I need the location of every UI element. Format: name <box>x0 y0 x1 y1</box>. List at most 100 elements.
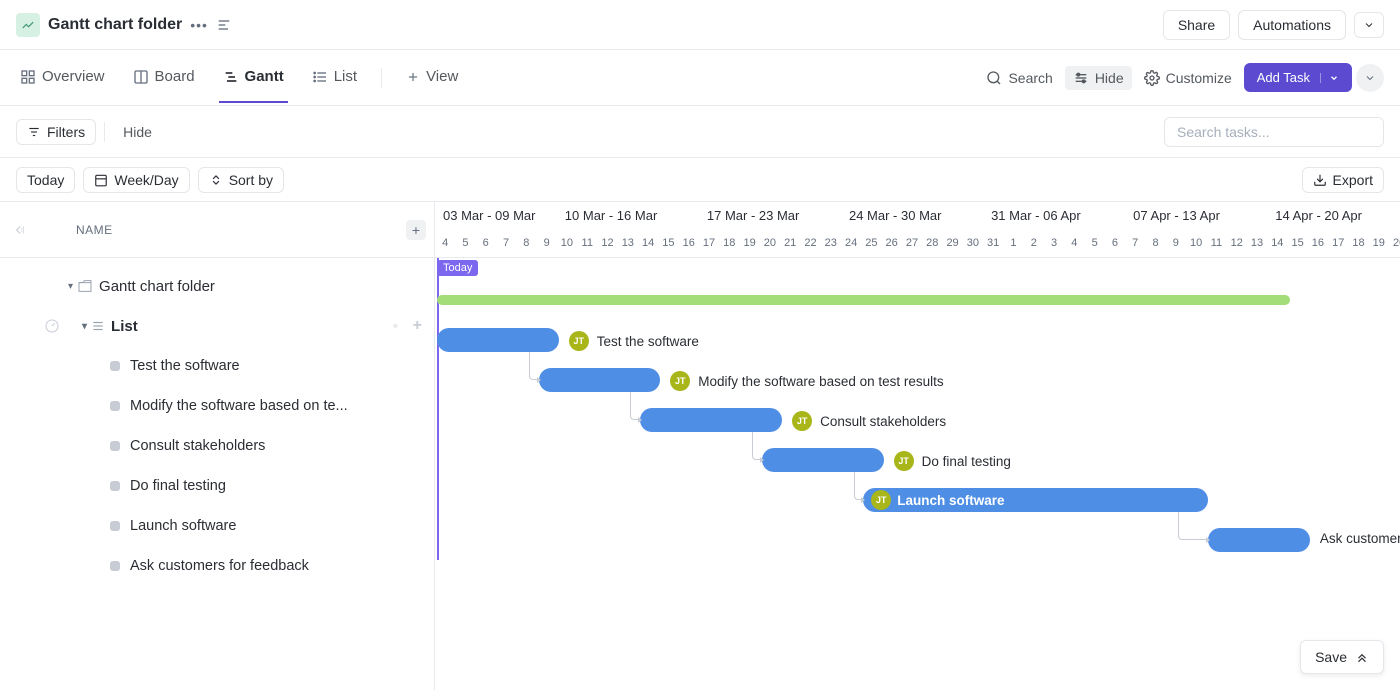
dependency-arrow-icon <box>861 497 865 503</box>
tab-gantt[interactable]: Gantt <box>219 52 288 103</box>
status-dot-icon <box>110 361 120 371</box>
chart-task-row: JTDo final testing <box>435 440 1400 480</box>
task-bar[interactable] <box>1208 528 1310 552</box>
search-icon <box>986 70 1002 86</box>
task-bar[interactable] <box>762 448 884 472</box>
hide-text-button[interactable]: Hide <box>113 120 162 144</box>
gantt-timeline[interactable]: 03 Mar - 09 Mar10 Mar - 16 Mar17 Mar - 2… <box>435 202 1400 690</box>
automations-dropdown-button[interactable] <box>1354 12 1384 38</box>
weekday-button[interactable]: Week/Day <box>83 167 189 193</box>
folder-icon <box>16 13 40 37</box>
tab-board[interactable]: Board <box>129 52 199 103</box>
day-header-cell: 22 <box>800 230 820 258</box>
tree-task-row[interactable]: Test the software <box>0 346 434 386</box>
day-header-cell: 9 <box>1166 230 1186 258</box>
status-dot-icon <box>110 561 120 571</box>
timeline-body: Today JTTest the softwareJTModify the so… <box>435 258 1400 560</box>
tree-task-row[interactable]: Consult stakeholders <box>0 426 434 466</box>
week-header-row: 03 Mar - 09 Mar10 Mar - 16 Mar17 Mar - 2… <box>435 202 1400 230</box>
tab-list[interactable]: List <box>308 52 361 103</box>
task-label-text: Ask customers for feedback <box>1320 531 1400 546</box>
day-header-cell: 27 <box>902 230 922 258</box>
tree-task-row[interactable]: Launch software <box>0 506 434 546</box>
dependency-arrow-icon <box>638 417 642 423</box>
avatar: JT <box>569 331 589 351</box>
tree-task-row[interactable]: Do final testing <box>0 466 434 506</box>
day-header-cell: 28 <box>922 230 942 258</box>
gear-icon <box>1144 70 1160 86</box>
tree-list-row[interactable]: ▾ List • + <box>0 306 434 346</box>
share-button[interactable]: Share <box>1163 10 1230 40</box>
title-bar-left: Gantt chart folder ••• <box>16 13 232 37</box>
avatar: JT <box>871 490 891 510</box>
save-button[interactable]: Save <box>1300 640 1384 674</box>
sidebar-header: NAME + <box>0 202 434 258</box>
day-header-cell: 7 <box>496 230 516 258</box>
add-view-label: View <box>426 68 458 85</box>
day-header-cell: 29 <box>942 230 962 258</box>
list-toggle-icon[interactable] <box>216 17 232 33</box>
caret-down-icon[interactable]: ▾ <box>68 281 73 292</box>
add-column-button[interactable]: + <box>406 220 426 240</box>
day-header-cell: 15 <box>1287 230 1307 258</box>
filter-icon <box>27 125 41 139</box>
title-bar-right: Share Automations <box>1163 10 1384 40</box>
day-header-cell: 17 <box>1328 230 1348 258</box>
day-header-cell: 14 <box>638 230 658 258</box>
tree-task-row[interactable]: Modify the software based on te... <box>0 386 434 426</box>
add-task-button[interactable]: Add Task <box>1244 63 1352 92</box>
search-tasks-input[interactable] <box>1164 117 1384 147</box>
tab-list-label: List <box>334 68 357 85</box>
tree-folder-row[interactable]: ▾ Gantt chart folder <box>0 266 434 306</box>
status-dot-icon <box>110 401 120 411</box>
tree-task-row[interactable]: Ask customers for feedback <box>0 546 434 586</box>
day-header-cell: 6 <box>1105 230 1125 258</box>
automations-button[interactable]: Automations <box>1238 10 1346 40</box>
more-icon[interactable]: ••• <box>190 17 208 33</box>
task-bar[interactable]: JT Launch software <box>863 488 1208 512</box>
filters-label: Filters <box>47 124 85 140</box>
add-task-label: Add Task <box>1257 70 1310 85</box>
add-task-to-list-button[interactable]: + <box>413 317 422 335</box>
caret-down-icon[interactable]: ▾ <box>82 321 87 332</box>
week-header-cell: 17 Mar - 23 Mar <box>699 202 841 230</box>
list-row-status-icon: • <box>393 318 398 335</box>
task-bar[interactable] <box>539 368 661 392</box>
gantt-toolbar: Today Week/Day Sort by Export <box>0 158 1400 202</box>
summary-bar[interactable] <box>437 295 1290 305</box>
folder-title[interactable]: Gantt chart folder <box>48 16 182 34</box>
dependency-line <box>1178 512 1208 540</box>
day-header-cell: 31 <box>983 230 1003 258</box>
chart-task-row: JTConsult stakeholders <box>435 400 1400 440</box>
back-arrow-icon[interactable] <box>12 223 26 237</box>
today-button[interactable]: Today <box>16 167 75 193</box>
today-label: Today <box>27 172 64 188</box>
day-header-cell: 11 <box>1206 230 1226 258</box>
gantt-sidebar: NAME + ▾ Gantt chart folder ▾ List • <box>0 202 435 690</box>
task-bar[interactable] <box>437 328 559 352</box>
more-dropdown-button[interactable] <box>1356 64 1384 92</box>
day-header-cell: 13 <box>618 230 638 258</box>
add-view-button[interactable]: View <box>402 52 462 103</box>
tab-overview-label: Overview <box>42 68 105 85</box>
task-bar[interactable] <box>640 408 782 432</box>
status-dot-icon <box>110 441 120 451</box>
hide-button[interactable]: Hide <box>1065 66 1132 90</box>
task-bar-label: Launch software <box>897 493 1004 508</box>
filters-button[interactable]: Filters <box>16 119 96 145</box>
gauge-icon <box>44 318 60 334</box>
automations-label: Automations <box>1253 17 1331 33</box>
save-label: Save <box>1315 649 1347 665</box>
calendar-icon <box>94 173 108 187</box>
customize-button[interactable]: Customize <box>1136 66 1240 90</box>
task-tree: ▾ Gantt chart folder ▾ List • + Test the… <box>0 258 434 586</box>
day-header-cell: 19 <box>1369 230 1389 258</box>
export-button[interactable]: Export <box>1302 167 1384 193</box>
chevron-up-double-icon <box>1355 650 1369 664</box>
folder-icon <box>77 278 93 294</box>
dependency-line <box>529 352 539 380</box>
chart-task-row: JTTest the software <box>435 320 1400 360</box>
tab-overview[interactable]: Overview <box>16 52 109 103</box>
sortby-button[interactable]: Sort by <box>198 167 284 193</box>
search-button[interactable]: Search <box>978 66 1060 90</box>
